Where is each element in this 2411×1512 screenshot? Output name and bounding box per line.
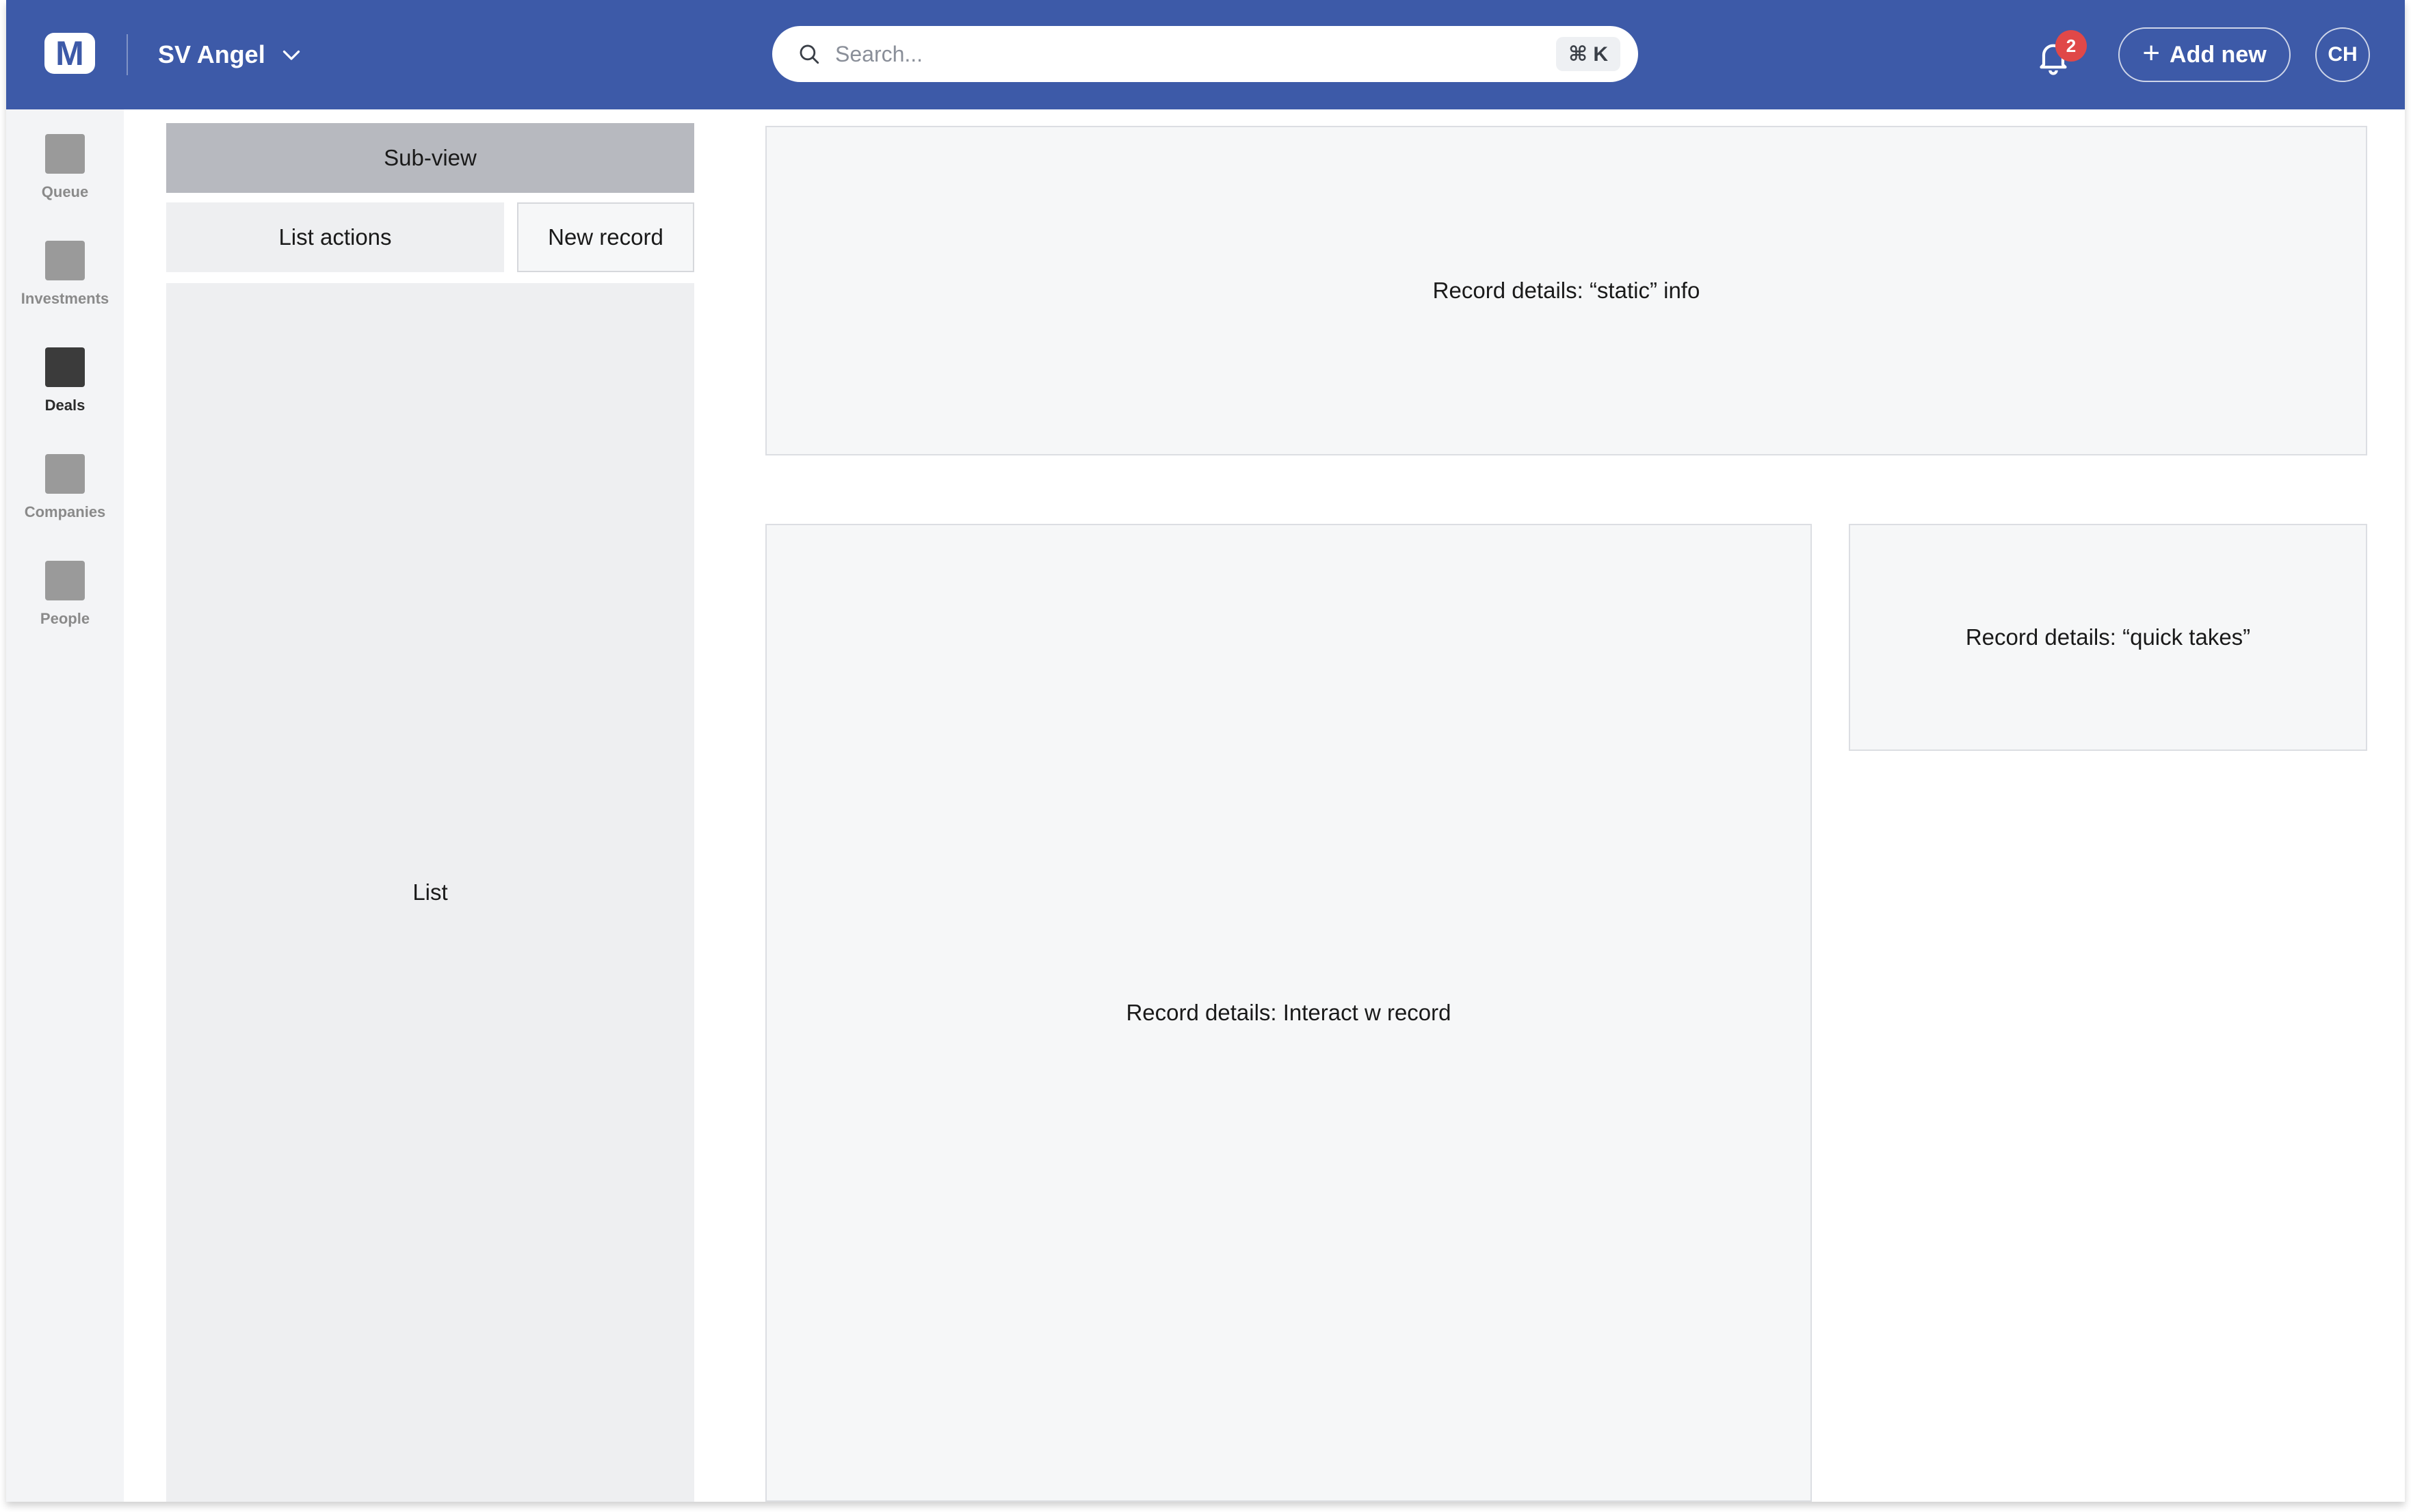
investments-icon: [45, 241, 85, 280]
sidebar-item-label: Investments: [21, 290, 109, 307]
chevron-down-icon: [282, 50, 300, 60]
sidebar-item-label: Companies: [24, 503, 106, 520]
add-new-button[interactable]: + Add new: [2118, 27, 2291, 82]
app-window: M SV Angel ⌘ K 2: [6, 0, 2405, 1502]
sidebar: Queue Investments Deals Companies People: [6, 109, 124, 1502]
sidebar-item-label: Queue: [41, 183, 89, 200]
list-placeholder-label: List: [412, 879, 448, 905]
record-list[interactable]: List: [166, 283, 694, 1502]
queue-icon: [45, 134, 85, 174]
sidebar-item-queue[interactable]: Queue: [6, 134, 124, 230]
record-interact-panel: Record details: Interact w record: [765, 524, 1812, 1502]
quick-takes-label: Record details: “quick takes”: [1965, 624, 2251, 650]
notification-count-badge: 2: [2055, 30, 2087, 62]
sub-view-selector[interactable]: Sub-view: [166, 123, 694, 193]
header-divider: [127, 34, 128, 75]
org-switcher[interactable]: SV Angel: [158, 33, 304, 77]
plus-icon: +: [2142, 36, 2161, 70]
new-record-button[interactable]: New record: [517, 202, 694, 272]
list-actions-button[interactable]: List actions: [166, 202, 504, 272]
search-input[interactable]: [835, 41, 1557, 67]
sidebar-item-label: Deals: [44, 397, 85, 414]
user-avatar[interactable]: CH: [2315, 27, 2370, 82]
sidebar-item-investments[interactable]: Investments: [6, 241, 124, 336]
top-bar: M SV Angel ⌘ K 2: [6, 0, 2405, 109]
companies-icon: [45, 454, 85, 494]
app-logo[interactable]: M: [44, 33, 95, 74]
sidebar-item-label: People: [40, 610, 90, 627]
sidebar-item-companies[interactable]: Companies: [6, 454, 124, 550]
sidebar-item-deals[interactable]: Deals: [6, 347, 124, 443]
record-quick-takes-panel: Record details: “quick takes”: [1849, 524, 2367, 751]
interact-label: Record details: Interact w record: [1126, 1000, 1451, 1025]
people-icon: [45, 561, 85, 600]
org-name: SV Angel: [158, 40, 265, 68]
search-shortcut-badge: ⌘ K: [1556, 37, 1620, 71]
sidebar-item-people[interactable]: People: [6, 561, 124, 656]
search-bar[interactable]: ⌘ K: [772, 26, 1638, 82]
record-static-info-panel: Record details: “static” info: [765, 126, 2367, 455]
add-new-label: Add new: [2170, 41, 2267, 68]
logo-letter: M: [55, 34, 84, 72]
search-icon: [795, 40, 823, 68]
deals-icon: [45, 347, 85, 387]
static-info-label: Record details: “static” info: [1432, 278, 1700, 303]
